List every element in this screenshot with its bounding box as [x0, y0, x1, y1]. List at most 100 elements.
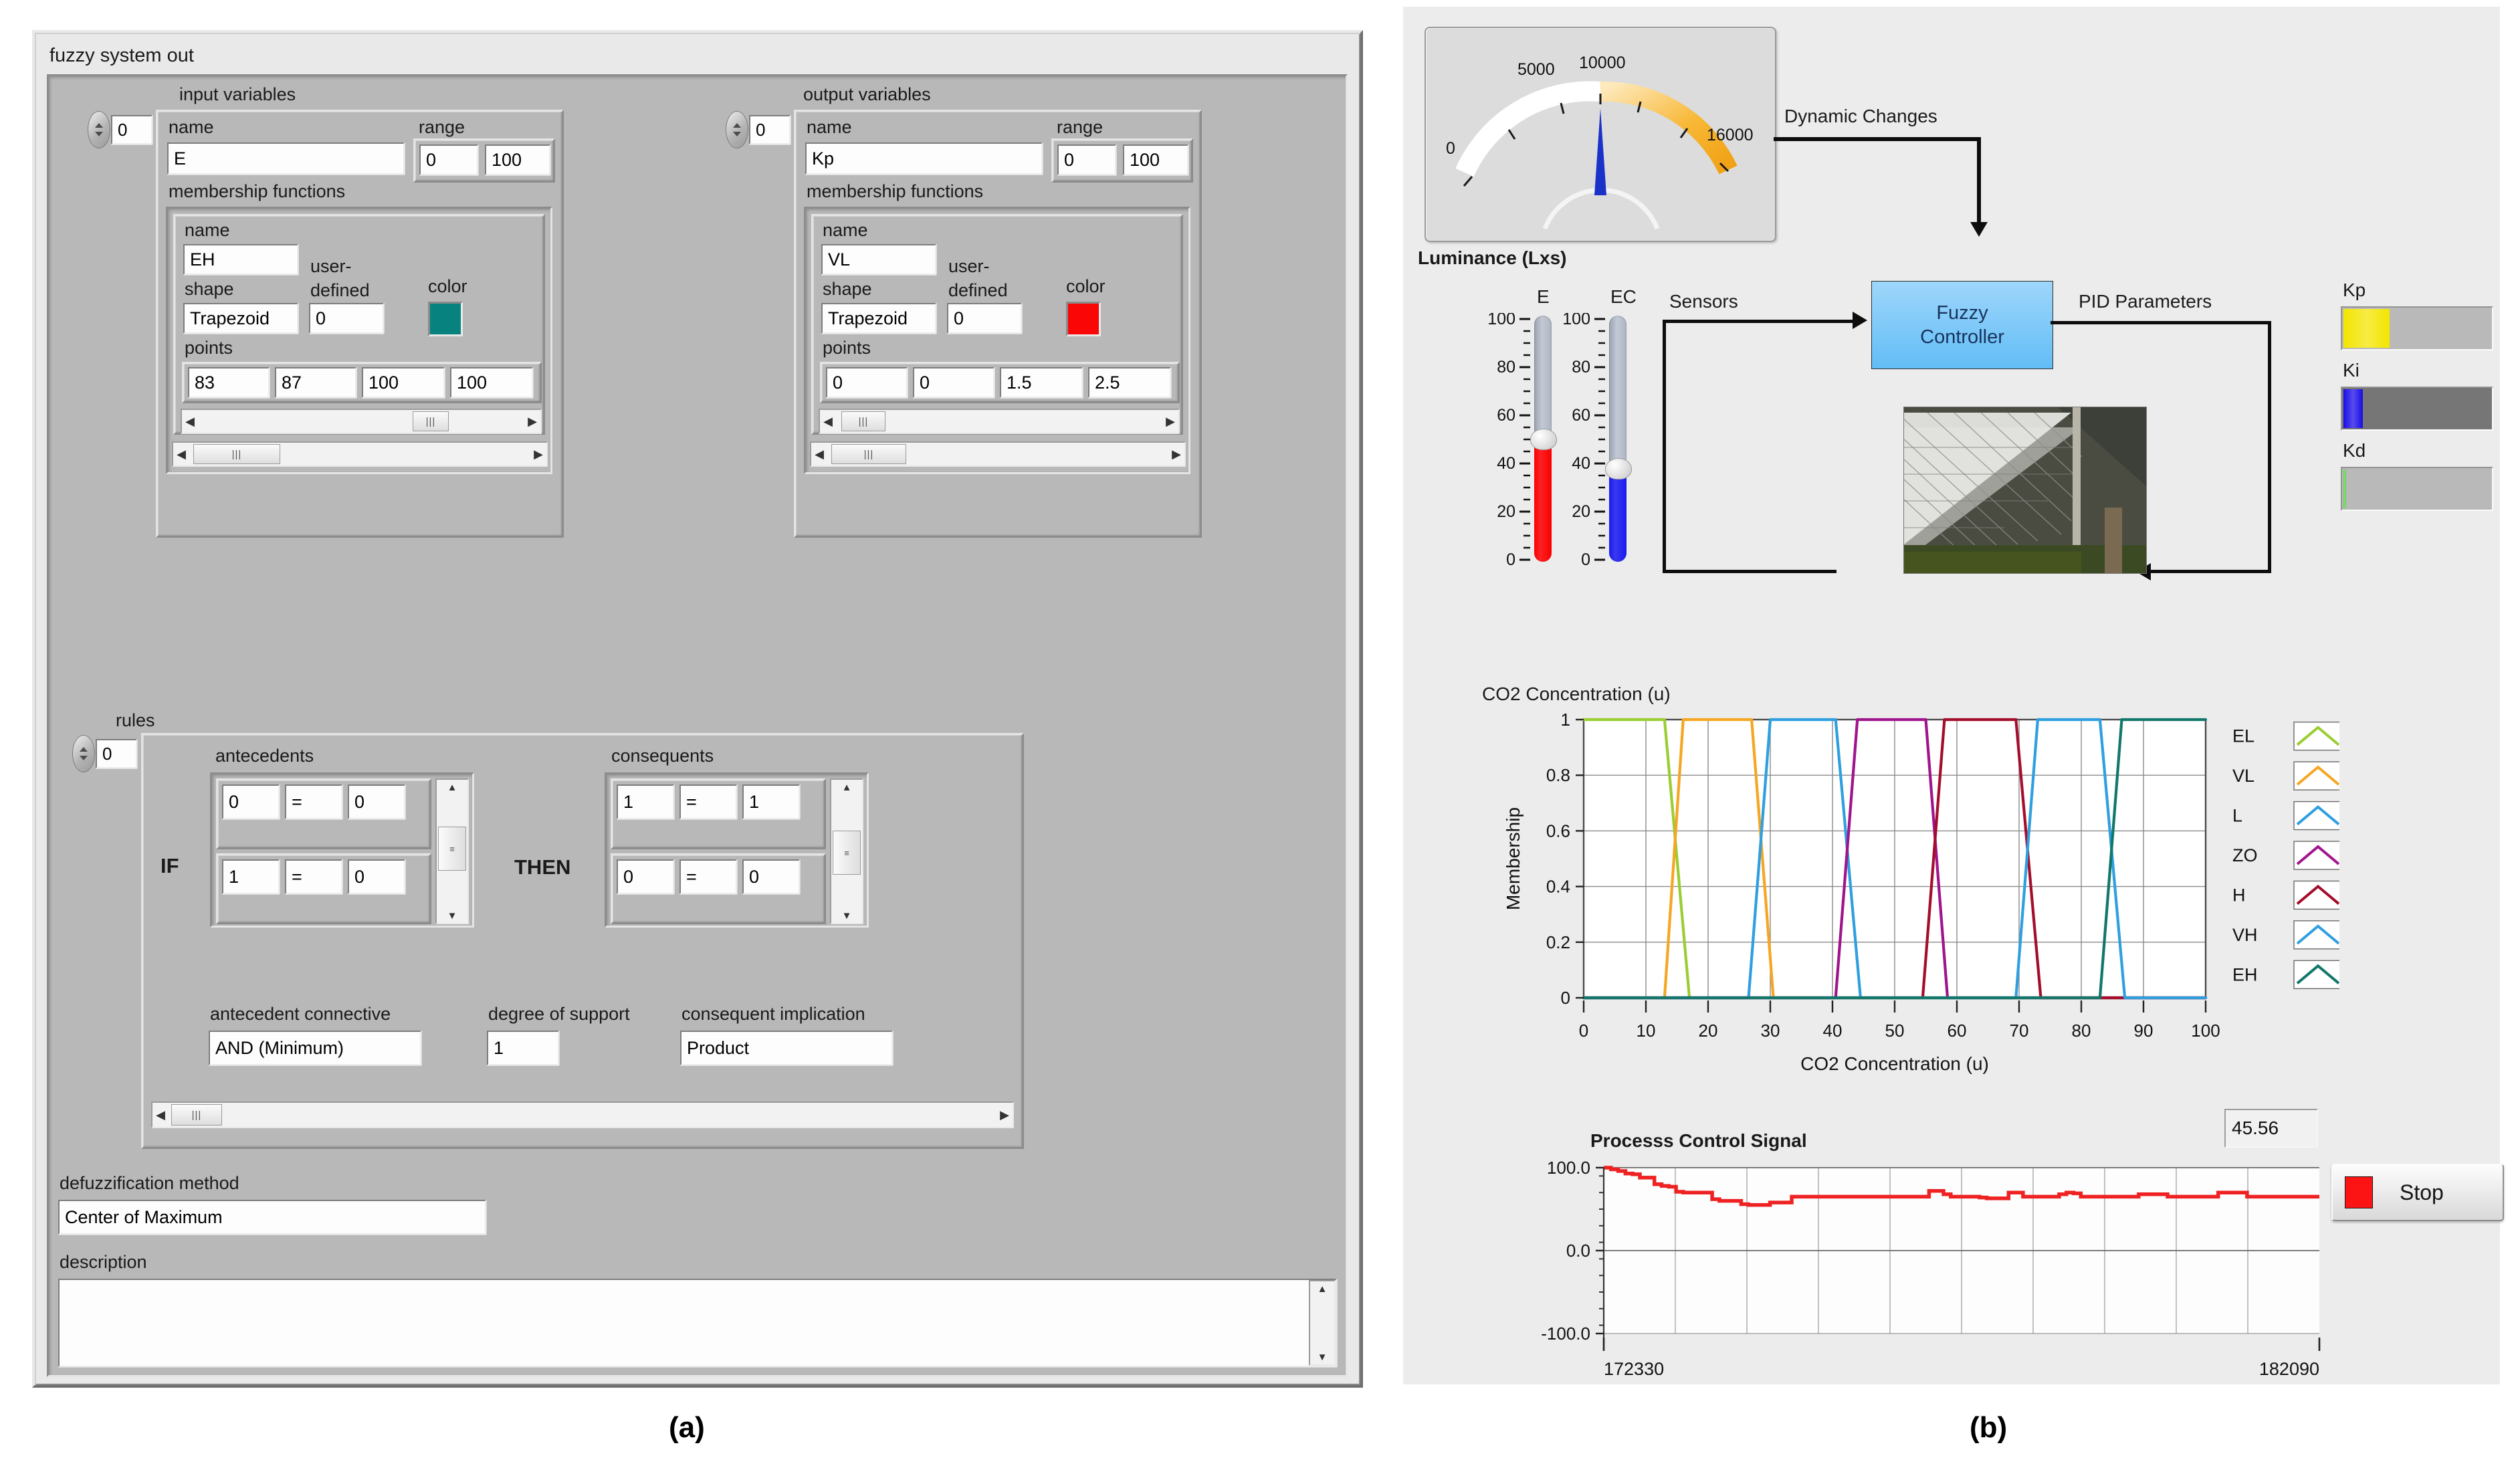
consequent-0-term[interactable]: 1	[742, 784, 800, 819]
scroll-up-icon[interactable]: ▲	[1310, 1281, 1334, 1296]
input-range-max-field[interactable]: 100	[485, 144, 550, 175]
consequents-vscrollbar[interactable]: ▲ ≡ ▼	[830, 778, 863, 924]
output-mf-point-3[interactable]: 2.5	[1088, 367, 1171, 398]
scroll-thumb[interactable]: |||	[193, 444, 280, 464]
output-name-label: name	[807, 117, 852, 137]
input-mf-points-hscrollbar[interactable]: ◀ ||| ▶	[181, 409, 542, 434]
input-mf-point-3[interactable]: 100	[450, 367, 533, 398]
rules-cluster: antecedents consequents IF THEN 0 = 0 1 …	[141, 733, 1024, 1149]
scroll-thumb[interactable]: |||	[413, 411, 449, 431]
scroll-right-icon[interactable]: ▶	[1168, 443, 1184, 465]
wire-feedback-bottom-h	[1663, 570, 1836, 573]
kp-bar-frame	[2341, 306, 2493, 350]
output-range-max-field[interactable]: 100	[1123, 144, 1188, 175]
antecedent-connective-field[interactable]: AND (Minimum)	[209, 1031, 421, 1065]
scroll-thumb[interactable]: |||	[841, 411, 885, 431]
consequents-label: consequents	[611, 746, 714, 766]
output-mf-point-2[interactable]: 1.5	[1000, 367, 1083, 398]
scroll-thumb[interactable]: ≡	[438, 827, 466, 871]
input-mf-userdefined-field[interactable]: 0	[309, 303, 384, 334]
scroll-left-icon[interactable]: ◀	[820, 410, 836, 433]
antecedent-1-term[interactable]: 0	[348, 859, 405, 894]
output-range-label: range	[1057, 117, 1104, 137]
input-mf-shape-field[interactable]: Trapezoid	[183, 303, 298, 334]
scroll-left-icon[interactable]: ◀	[152, 1103, 169, 1127]
scroll-down-icon[interactable]: ▼	[831, 908, 862, 923]
antecedent-0-term[interactable]: 0	[348, 784, 405, 819]
slider-ec-thumb[interactable]	[1605, 458, 1632, 480]
input-mf-point-2[interactable]: 100	[362, 367, 445, 398]
antecedent-0-variable[interactable]: 0	[222, 784, 280, 819]
scroll-down-icon[interactable]: ▼	[437, 908, 467, 923]
input-variable-index-field[interactable]: 0	[111, 115, 152, 144]
input-variable-index-spinner[interactable]	[88, 111, 110, 148]
input-mf-color-swatch[interactable]	[428, 302, 463, 336]
antecedent-0-operator[interactable]: =	[285, 784, 342, 819]
output-name-field[interactable]: Kp	[805, 142, 1043, 175]
scroll-down-icon[interactable]: ▼	[1310, 1350, 1334, 1364]
description-field[interactable]	[58, 1279, 1337, 1367]
scroll-up-icon[interactable]: ▲	[437, 780, 467, 794]
output-mf-name-field[interactable]: VL	[821, 244, 936, 275]
input-mf-point-1[interactable]: 87	[275, 367, 356, 398]
scroll-thumb[interactable]: |||	[171, 1104, 222, 1126]
output-mf-point-1[interactable]: 0	[913, 367, 994, 398]
antecedents-vscrollbar[interactable]: ▲ ≡ ▼	[435, 778, 469, 924]
fuzzy-controller-block[interactable]: Fuzzy Controller	[1871, 281, 2053, 369]
tick: 60	[1572, 406, 1590, 425]
stop-button[interactable]: Stop	[2331, 1164, 2504, 1221]
rules-hscrollbar[interactable]: ◀ ||| ▶	[151, 1101, 1014, 1128]
svg-text:50: 50	[1885, 1021, 1905, 1041]
output-range-min-field[interactable]: 0	[1057, 144, 1116, 175]
output-mf-point-0[interactable]: 0	[826, 367, 908, 398]
input-mf-name-field[interactable]: EH	[183, 244, 298, 275]
consequent-1-operator[interactable]: =	[679, 859, 737, 894]
output-mf-color-swatch[interactable]	[1066, 302, 1101, 336]
consequent-0-variable[interactable]: 1	[617, 784, 674, 819]
input-range-cluster: 0 100	[413, 138, 555, 183]
rules-index-spinner[interactable]	[72, 735, 95, 772]
gauge-tick-16000: 16000	[1707, 126, 1754, 144]
input-range-min-field[interactable]: 0	[419, 144, 478, 175]
input-mf-label: membership functions	[169, 181, 346, 201]
scroll-left-icon[interactable]: ◀	[173, 443, 189, 465]
output-mf-inner: name VL shape Trapezoid user- defined 0 …	[811, 214, 1183, 435]
output-mf-points-hscrollbar[interactable]: ◀ ||| ▶	[819, 409, 1180, 434]
svg-text:90: 90	[2134, 1021, 2154, 1041]
output-mf-hscrollbar[interactable]: ◀ ||| ▶	[810, 441, 1186, 467]
scroll-right-icon[interactable]: ▶	[524, 410, 540, 433]
antecedent-1-operator[interactable]: =	[285, 859, 342, 894]
description-vscrollbar[interactable]: ▲ ▼	[1309, 1280, 1336, 1366]
output-mf-userdefined-field[interactable]: 0	[947, 303, 1022, 334]
input-name-field[interactable]: E	[167, 142, 405, 175]
consequent-1-term[interactable]: 0	[742, 859, 800, 894]
scroll-left-icon[interactable]: ◀	[811, 443, 827, 465]
svg-text:70: 70	[2010, 1021, 2029, 1041]
degree-of-support-field[interactable]: 1	[487, 1031, 559, 1065]
svg-text:ZO: ZO	[2232, 845, 2258, 865]
input-mf-point-0[interactable]: 83	[188, 367, 270, 398]
antecedent-row: 0 = 0	[216, 778, 431, 849]
scroll-thumb[interactable]: ≡	[833, 831, 861, 875]
input-mf-shape-label: shape	[185, 279, 234, 299]
consequent-0-operator[interactable]: =	[679, 784, 737, 819]
scroll-right-icon[interactable]: ▶	[530, 443, 546, 465]
input-mf-hscrollbar[interactable]: ◀ ||| ▶	[172, 441, 548, 467]
scroll-thumb[interactable]: |||	[831, 444, 906, 464]
tick: 20	[1572, 502, 1590, 521]
output-variable-index-field[interactable]: 0	[749, 115, 791, 144]
scroll-left-icon[interactable]: ◀	[182, 410, 198, 433]
antecedent-1-variable[interactable]: 1	[222, 859, 280, 894]
defuzzification-method-field[interactable]: Center of Maximum	[58, 1200, 486, 1235]
process-control-signal-chart: 100.0 0.0 -100.0 172330 182090	[1477, 1154, 2333, 1379]
output-mf-shape-field[interactable]: Trapezoid	[821, 303, 936, 334]
rules-index-field[interactable]: 0	[96, 739, 137, 768]
scroll-up-icon[interactable]: ▲	[831, 780, 862, 794]
consequent-1-variable[interactable]: 0	[617, 859, 674, 894]
consequent-implication-field[interactable]: Product	[680, 1031, 893, 1065]
scroll-right-icon[interactable]: ▶	[1162, 410, 1178, 433]
output-variable-index-spinner[interactable]	[726, 111, 748, 148]
defuzzification-method-label: defuzzification method	[60, 1173, 239, 1193]
scroll-right-icon[interactable]: ▶	[996, 1103, 1013, 1127]
input-mf-cluster: name EH shape Trapezoid user- defined 0 …	[166, 207, 552, 474]
